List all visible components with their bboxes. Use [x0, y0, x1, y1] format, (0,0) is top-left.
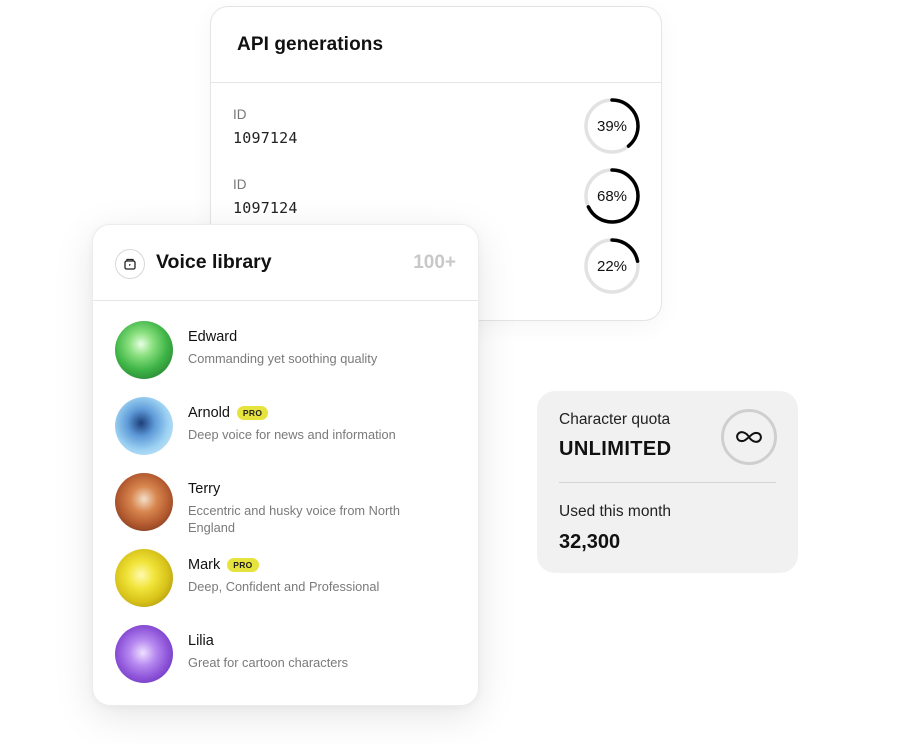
used-this-month-value: 32,300 — [559, 531, 621, 553]
voice-name: Lilia — [188, 633, 214, 649]
progress-ring: 39% — [583, 97, 641, 155]
quota-label: Character quota — [559, 411, 671, 428]
voice-name: Mark — [188, 557, 221, 573]
id-value: 1097124 — [233, 199, 298, 217]
pro-badge: PRO — [227, 558, 259, 572]
avatar — [115, 397, 173, 455]
avatar — [115, 321, 173, 379]
voice-item-terry[interactable]: Terry Eccentric and husky voice from Nor… — [115, 473, 462, 535]
id-label: ID — [233, 107, 247, 122]
api-generations-title: API generations — [237, 33, 384, 55]
voice-library-header: Voice library 100+ — [93, 225, 478, 301]
api-generations-header: API generations — [211, 7, 661, 83]
voice-description: Commanding yet soothing quality — [188, 351, 378, 366]
voice-description: Eccentric and husky voice from North Eng… — [188, 503, 400, 535]
voice-library-card: Voice library 100+ Edward Commanding yet… — [92, 224, 479, 706]
progress-percent: 39% — [596, 117, 628, 135]
voice-count: 100+ — [413, 252, 456, 273]
voice-description: Great for cartoon characters — [188, 655, 349, 670]
voice-item-edward[interactable]: Edward Commanding yet soothing quality — [115, 321, 462, 381]
voice-name: Edward — [188, 329, 238, 345]
library-icon — [115, 249, 145, 279]
generation-row[interactable]: ID 1097124 39% — [233, 98, 641, 167]
voice-description: Deep, Confident and Professional — [188, 579, 380, 594]
progress-percent: 68% — [596, 187, 628, 205]
voice-description: Deep voice for news and information — [188, 427, 396, 442]
used-this-month-label: Used this month — [559, 503, 671, 520]
avatar — [115, 625, 173, 683]
progress-percent: 22% — [596, 257, 628, 275]
character-quota-card: Character quota UNLIMITED Used this mont… — [537, 391, 798, 573]
quota-value: UNLIMITED — [559, 438, 672, 460]
progress-ring: 22% — [583, 237, 641, 295]
voice-item-mark[interactable]: Mark PRO Deep, Confident and Professiona… — [115, 549, 462, 609]
voice-item-arnold[interactable]: Arnold PRO Deep voice for news and infor… — [115, 397, 462, 457]
id-label: ID — [233, 177, 247, 192]
voice-name: Arnold — [188, 405, 230, 421]
voice-name: Terry — [188, 481, 221, 497]
id-value: 1097124 — [233, 129, 298, 147]
voice-item-lilia[interactable]: Lilia Great for cartoon characters — [115, 625, 462, 685]
avatar — [115, 549, 173, 607]
pro-badge: PRO — [236, 406, 269, 420]
infinity-icon — [721, 409, 777, 465]
progress-ring: 68% — [583, 167, 641, 225]
voice-library-title: Voice library — [156, 251, 272, 273]
avatar — [115, 473, 173, 531]
divider — [559, 482, 776, 483]
